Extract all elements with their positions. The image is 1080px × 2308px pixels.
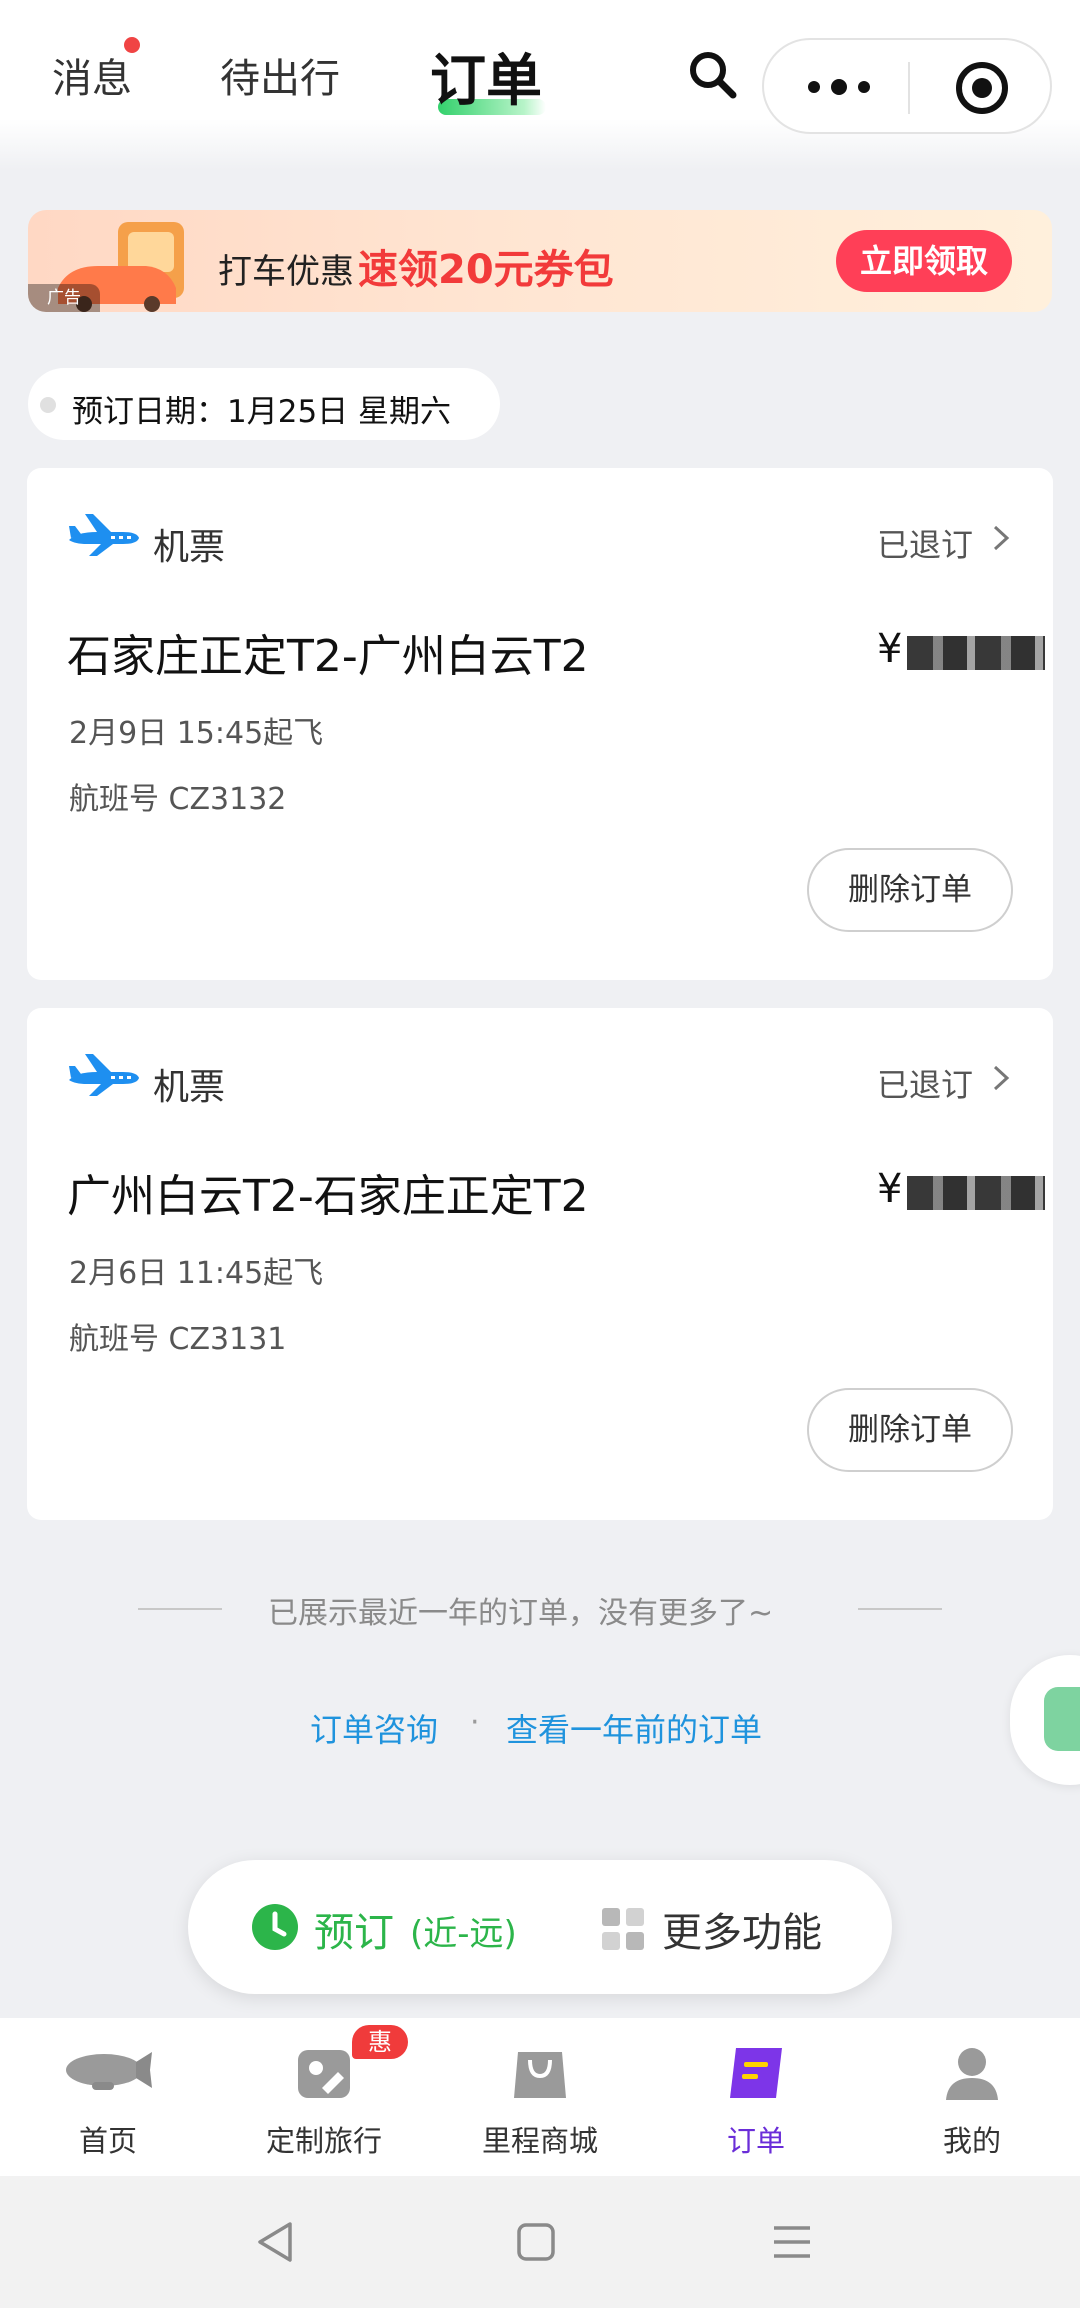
search-icon[interactable] [686, 48, 740, 102]
nav-label: 首页 [78, 2124, 137, 2158]
chat-icon [1044, 1687, 1080, 1751]
book-sort-hint: (近-远) [410, 1914, 517, 1954]
end-of-list-text: 已展示最近一年的订单，没有更多了~ [268, 1596, 774, 1631]
order-status[interactable]: 已退订 [877, 520, 973, 566]
order-inquiry-link[interactable]: 订单咨询 [310, 1705, 438, 1751]
booking-date-label: 预订日期：1月25日 星期六 [72, 394, 452, 430]
nav-orders[interactable]: 订单 [648, 2018, 864, 2176]
home-square-icon[interactable] [516, 2222, 556, 2262]
claim-coupon-button[interactable]: 立即领取 [836, 230, 1012, 292]
shopping-bag-icon [514, 2052, 566, 2098]
tab-orders[interactable]: 订单 [430, 36, 542, 117]
floating-service-button[interactable] [1010, 1655, 1080, 1785]
chevron-right-icon[interactable] [987, 1064, 1015, 1092]
nav-label: 我的 [942, 2124, 1001, 2158]
tab-upcoming[interactable]: 待出行 [220, 46, 340, 104]
nav-label: 里程商城 [481, 2124, 598, 2158]
chevron-right-icon[interactable] [987, 524, 1015, 552]
order-card[interactable]: 机票 已退订 石家庄正定T2-广州白云T2 ¥ 2月9日 15:45起飞 航班号… [27, 468, 1053, 980]
airplane-icon [69, 1054, 139, 1096]
order-book-icon [730, 2048, 782, 2098]
system-navigation-bar [0, 2176, 1080, 2308]
ad-banner[interactable]: 广告 打车优惠 速领20元券包 立即领取 [28, 210, 1052, 312]
nav-label: 订单 [726, 2124, 785, 2158]
departure-time: 2月6日 11:45起飞 [69, 1256, 324, 1291]
back-icon[interactable] [254, 2220, 296, 2264]
flight-route: 石家庄正定T2-广州白云T2 [67, 631, 589, 682]
ad-tag: 广告 [28, 284, 100, 312]
price-currency: ¥ [877, 626, 903, 672]
divider-left [138, 1608, 222, 1610]
flight-route: 广州白云T2-石家庄正定T2 [67, 1171, 589, 1222]
grid-icon [602, 1908, 644, 1950]
promo-badge: 惠 [352, 2025, 408, 2059]
nav-home[interactable]: 首页 [0, 2018, 216, 2176]
nav-mileage-mall[interactable]: 里程商城 [432, 2018, 648, 2176]
delete-order-button[interactable]: 删除订单 [807, 848, 1013, 932]
tab-messages[interactable]: 消息 [52, 46, 132, 104]
ad-highlight: 速领20元券包 [358, 247, 614, 293]
mini-program-capsule [762, 38, 1052, 134]
price-currency: ¥ [877, 1166, 903, 1212]
flight-number: 航班号 CZ3132 [69, 782, 287, 817]
bottom-navigation: 首页 定制旅行 里程商城 订单 我的 [0, 2018, 1080, 2176]
price-redacted [907, 636, 1045, 670]
nav-label: 定制旅行 [265, 2124, 382, 2158]
link-separator: · [470, 1705, 480, 1740]
order-status[interactable]: 已退订 [877, 1060, 973, 1106]
user-icon [946, 2048, 998, 2100]
order-card[interactable]: 机票 已退订 广州白云T2-石家庄正定T2 ¥ 2月6日 11:45起飞 航班号… [27, 1008, 1053, 1520]
order-type-label: 机票 [153, 1067, 226, 1108]
top-bar: 消息 待出行 订单 [0, 0, 1080, 170]
map-pin-icon [298, 2050, 350, 2098]
book-button[interactable]: 预订 [314, 1900, 394, 1958]
older-orders-link[interactable]: 查看一年前的订单 [506, 1705, 762, 1751]
capsule-divider [908, 62, 910, 114]
booking-date-pill[interactable]: 预订日期：1月25日 星期六 [28, 368, 500, 440]
nav-profile[interactable]: 我的 [864, 2018, 1080, 2176]
flight-number: 航班号 CZ3131 [69, 1322, 287, 1357]
more-dots-icon[interactable] [804, 70, 874, 104]
divider-right [858, 1608, 942, 1610]
departure-time: 2月9日 15:45起飞 [69, 716, 324, 751]
menu-icon[interactable] [772, 2222, 812, 2262]
more-features-button[interactable]: 更多功能 [662, 1900, 822, 1958]
delete-order-button[interactable]: 删除订单 [807, 1388, 1013, 1472]
price-redacted [907, 1176, 1045, 1210]
clock-icon [252, 1904, 298, 1950]
floating-action-bar: 预订 (近-远) 更多功能 [188, 1860, 892, 1994]
date-dot [40, 397, 56, 413]
unread-dot [124, 37, 140, 53]
home-blimp-icon [66, 2052, 152, 2090]
order-type-label: 机票 [153, 527, 226, 568]
target-icon[interactable] [954, 60, 1010, 116]
airplane-icon [69, 514, 139, 556]
ad-title: 打车优惠 [218, 252, 354, 292]
